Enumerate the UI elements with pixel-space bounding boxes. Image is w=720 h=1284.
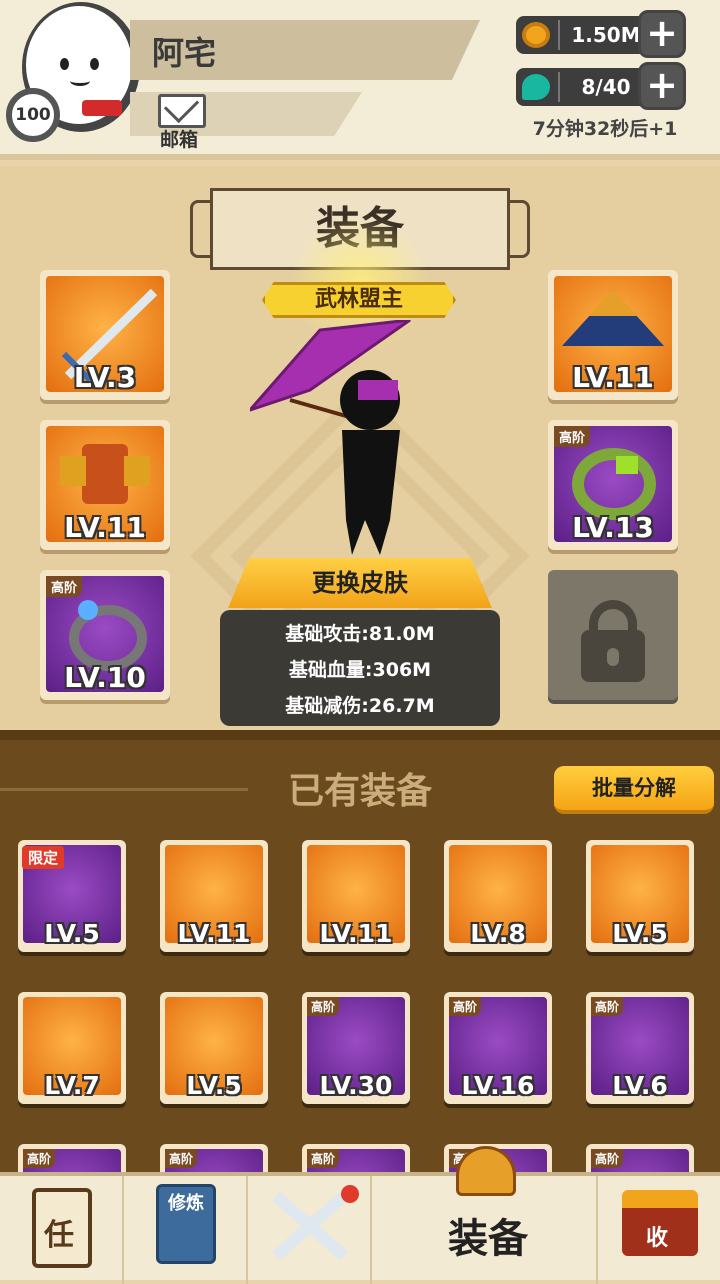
nav-equip-label[interactable]: 装备	[446, 1206, 530, 1264]
limited-tag: 限定	[22, 846, 65, 869]
stamina-value: 8/40	[581, 75, 631, 99]
hero-body	[342, 430, 400, 555]
item-level: LV.16	[461, 1071, 535, 1100]
bottom-nav: 任 修炼 收	[0, 1146, 720, 1284]
tier-tag: 高阶	[449, 997, 482, 1016]
item-level: LV.11	[177, 919, 251, 948]
inventory-item[interactable]: LV.11	[302, 840, 410, 952]
inventory-item[interactable]: LV.5	[160, 992, 268, 1104]
tier-tag: 高阶	[591, 1149, 624, 1168]
nav-task[interactable]: 任	[0, 1176, 124, 1284]
hero-title-badge[interactable]: 武林盟主	[262, 282, 456, 318]
armor-slot[interactable]: LV.11	[40, 420, 170, 550]
gold-value: 1.50M	[571, 23, 641, 47]
eye-icon	[60, 58, 69, 70]
mail-icon[interactable]	[158, 94, 206, 128]
tier-tag: 高阶	[554, 426, 591, 447]
gold-counter: 1.50M +	[516, 10, 686, 58]
locked-slot[interactable]	[548, 570, 678, 700]
separator	[558, 72, 560, 102]
tier-tag: 高阶	[307, 1149, 340, 1168]
nav-collect[interactable]: 收	[598, 1176, 720, 1284]
weapon-slot[interactable]: LV.3	[40, 270, 170, 400]
nav-battle[interactable]	[248, 1176, 372, 1284]
cultivate-icon-text: 修炼	[168, 1193, 204, 1214]
nav-cultivate[interactable]: 修炼	[124, 1176, 248, 1284]
item-level: LV.11	[319, 919, 393, 948]
ring-slot[interactable]: 高阶 LV.10	[40, 570, 170, 700]
bracelet-slot[interactable]: 高阶 LV.13	[548, 420, 678, 550]
lock-icon	[561, 598, 665, 682]
item-level: LV.8	[470, 919, 526, 948]
inventory-item[interactable]: LV.7	[18, 992, 126, 1104]
inventory-item[interactable]: 高阶 LV.16	[444, 992, 552, 1104]
slot-level: LV.11	[64, 511, 146, 544]
stat-attack: 基础攻击:81.0M	[285, 623, 435, 645]
divider	[0, 788, 248, 791]
inventory-item[interactable]: 高阶 LV.30	[302, 992, 410, 1104]
slot-level: LV.11	[572, 361, 654, 394]
tier-tag: 高阶	[46, 576, 83, 597]
item-level: LV.7	[44, 1071, 100, 1100]
item-level: LV.5	[186, 1071, 242, 1100]
stat-defense: 基础减伤:26.7M	[285, 695, 435, 717]
stat-hp: 基础血量:306M	[288, 659, 432, 681]
stamina-counter: 8/40 +	[516, 62, 686, 110]
inventory-item[interactable]: 高阶 LV.6	[586, 992, 694, 1104]
hero-mask	[358, 380, 398, 400]
item-level: LV.5	[612, 919, 668, 948]
inventory-item[interactable]: LV.11	[160, 840, 268, 952]
add-stamina-button[interactable]: +	[638, 62, 686, 110]
inventory-item[interactable]: LV.8	[444, 840, 552, 952]
tier-tag: 高阶	[23, 1149, 56, 1168]
inventory-item[interactable]: 限定 LV.5	[18, 840, 126, 952]
bulk-decompose-button[interactable]: 批量分解	[554, 766, 714, 814]
item-level: LV.30	[319, 1071, 393, 1100]
tier-tag: 高阶	[165, 1149, 198, 1168]
task-icon-text: 任	[44, 1218, 74, 1253]
item-level: LV.6	[612, 1071, 668, 1100]
crossed-swords-icon	[272, 1185, 359, 1261]
stats-panel: 基础攻击:81.0M 基础血量:306M 基础减伤:26.7M	[220, 610, 500, 726]
mail-label[interactable]: 邮箱	[160, 125, 198, 152]
slot-level: LV.13	[572, 511, 654, 544]
inventory-item[interactable]: LV.5	[586, 840, 694, 952]
collect-icon-text: 收	[646, 1226, 669, 1251]
player-level-badge: 100	[6, 88, 60, 142]
scarf-icon	[82, 100, 122, 116]
player-name: 阿宅	[152, 34, 217, 72]
tier-tag: 高阶	[307, 997, 340, 1016]
mouth-icon	[70, 76, 90, 86]
eye-icon	[90, 58, 99, 70]
item-level: LV.5	[44, 919, 100, 948]
hat-slot[interactable]: LV.11	[548, 270, 678, 400]
lock-keyhole	[607, 648, 619, 666]
gem-icon	[522, 74, 550, 100]
add-gold-button[interactable]: +	[638, 10, 686, 58]
tier-tag: 高阶	[591, 997, 624, 1016]
inventory-title: 已有装备	[287, 771, 432, 812]
stamina-timer: 7分钟32秒后+1	[532, 118, 678, 140]
change-skin-button[interactable]: 更换皮肤	[228, 558, 492, 608]
slot-level: LV.10	[64, 661, 146, 694]
coin-icon	[522, 22, 550, 48]
hero-character	[250, 320, 411, 555]
slot-level: LV.3	[73, 361, 137, 394]
separator	[558, 20, 560, 50]
